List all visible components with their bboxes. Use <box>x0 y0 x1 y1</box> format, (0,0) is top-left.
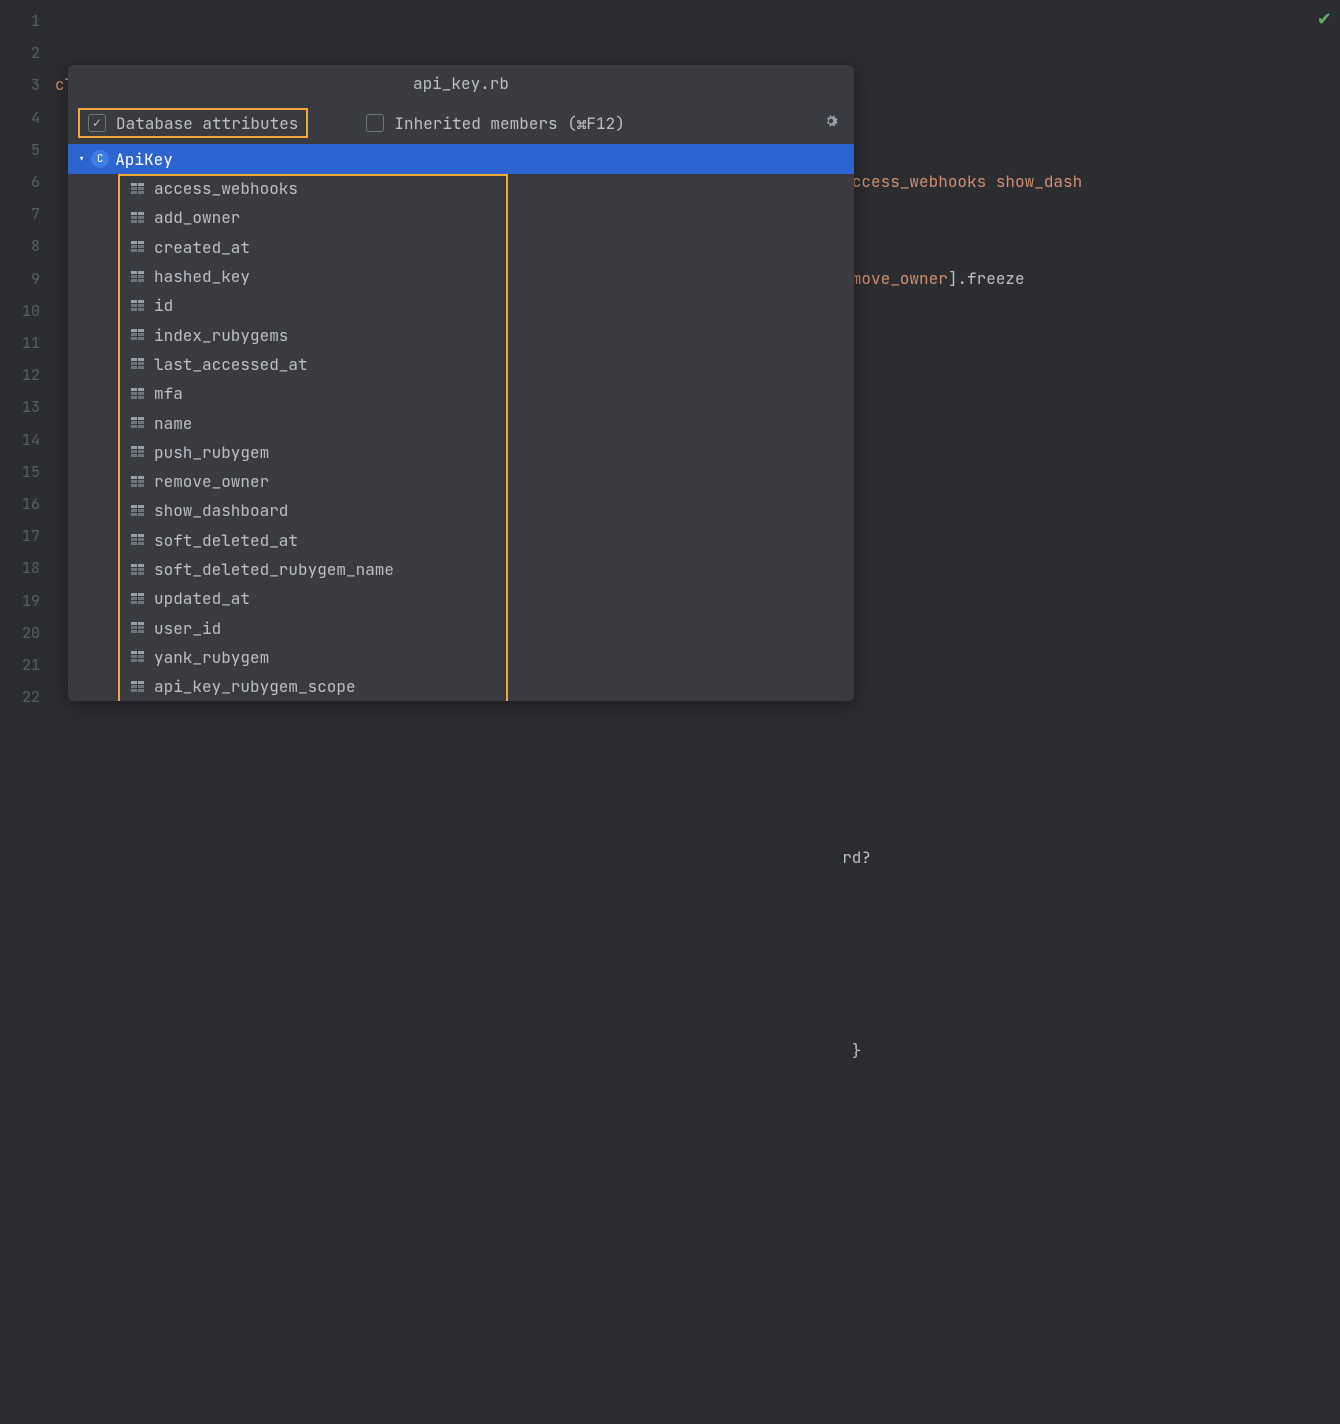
column-icon <box>130 298 146 314</box>
tree-item-label: yank_rubygem <box>154 647 269 668</box>
tree-item-access_webhooks[interactable]: access_webhooks <box>68 174 854 203</box>
column-icon <box>130 591 146 607</box>
column-icon <box>130 386 146 402</box>
tree-item-label: show_dashboard <box>154 500 288 521</box>
column-icon <box>130 620 146 636</box>
tree-item-user_id[interactable]: user_id <box>68 613 854 642</box>
tree-item-label: index_rubygems <box>154 325 288 346</box>
column-icon <box>130 444 146 460</box>
tree-item-label: mfa <box>154 383 183 404</box>
tree-item-soft_deleted_rubygem_name[interactable]: soft_deleted_rubygem_name <box>68 555 854 584</box>
column-icon <box>130 239 146 255</box>
tree-item-remove_owner[interactable]: remove_owner <box>68 467 854 496</box>
column-icon <box>130 474 146 490</box>
column-icon <box>130 503 146 519</box>
inherited-label: Inherited members (⌘F12) <box>394 113 624 134</box>
status-ok-icon: ✔ <box>1317 8 1332 31</box>
tree-item-label: push_rubygem <box>154 442 269 463</box>
tree-item-label: id <box>154 295 173 316</box>
inherited-members-toggle[interactable]: Inherited members (⌘F12) <box>358 108 632 138</box>
structure-tree: ▾ C ApiKey access_webhooks add_ownercreat… <box>68 144 854 701</box>
tree-item-name[interactable]: name <box>68 408 854 437</box>
tree-item-label: name <box>154 413 192 434</box>
tree-item-label: access_webhooks <box>154 178 298 199</box>
checkbox-checked-icon <box>88 114 106 132</box>
tree-item-label: updated_at <box>154 588 250 609</box>
popup-filename: api_key.rb <box>68 65 854 102</box>
tree-item-label: add_owner <box>154 207 240 228</box>
column-icon <box>130 415 146 431</box>
root-class-label: ApiKey <box>115 149 173 170</box>
tree-item-created_at[interactable]: created_at <box>68 233 854 262</box>
tree-item-label: soft_deleted_rubygem_name <box>154 559 394 580</box>
db-attributes-toggle[interactable]: Database attributes <box>78 108 308 138</box>
column-icon <box>130 532 146 548</box>
tree-item-api_key_rubygem_scope[interactable]: api_key_rubygem_scope <box>68 672 854 701</box>
tree-item-label: last_accessed_at <box>154 354 308 375</box>
tree-item-label: remove_owner <box>154 471 269 492</box>
tree-item-hashed_key[interactable]: hashed_key <box>68 262 854 291</box>
tree-item-label: user_id <box>154 618 221 639</box>
column-icon <box>130 562 146 578</box>
tree-item-label: created_at <box>154 237 250 258</box>
tree-item-last_accessed_at[interactable]: last_accessed_at <box>68 350 854 379</box>
column-icon <box>130 679 146 695</box>
tree-item-push_rubygem[interactable]: push_rubygem <box>68 438 854 467</box>
column-icon <box>130 327 146 343</box>
class-icon: C <box>91 150 109 168</box>
tree-item-add_owner[interactable]: add_owner <box>68 203 854 232</box>
column-icon <box>130 181 146 197</box>
tree-item-yank_rubygem[interactable]: yank_rubygem <box>68 643 854 672</box>
tree-item-label: hashed_key <box>154 266 250 287</box>
column-icon <box>130 210 146 226</box>
tree-item-id[interactable]: id <box>68 291 854 320</box>
gear-icon[interactable] <box>822 112 840 135</box>
tree-item-label: soft_deleted_at <box>154 530 298 551</box>
tree-root-apikey[interactable]: ▾ C ApiKey <box>68 144 854 174</box>
column-icon <box>130 649 146 665</box>
popup-toolbar: Database attributes Inherited members (⌘… <box>68 102 854 144</box>
tree-item-updated_at[interactable]: updated_at <box>68 584 854 613</box>
chevron-down-icon: ▾ <box>78 151 85 167</box>
tree-item-mfa[interactable]: mfa <box>68 379 854 408</box>
checkbox-empty-icon <box>366 114 384 132</box>
column-icon <box>130 269 146 285</box>
column-icon <box>130 356 146 372</box>
line-gutter: 12345678910111213141516171819202122 <box>0 0 55 712</box>
tree-item-soft_deleted_at[interactable]: soft_deleted_at <box>68 526 854 555</box>
tree-item-show_dashboard[interactable]: show_dashboard <box>68 496 854 525</box>
db-attrs-label: Database attributes <box>116 113 298 134</box>
structure-popup: api_key.rb Database attributes Inherited… <box>68 65 854 701</box>
tree-item-label: api_key_rubygem_scope <box>154 676 356 697</box>
tree-item-index_rubygems[interactable]: index_rubygems <box>68 320 854 349</box>
